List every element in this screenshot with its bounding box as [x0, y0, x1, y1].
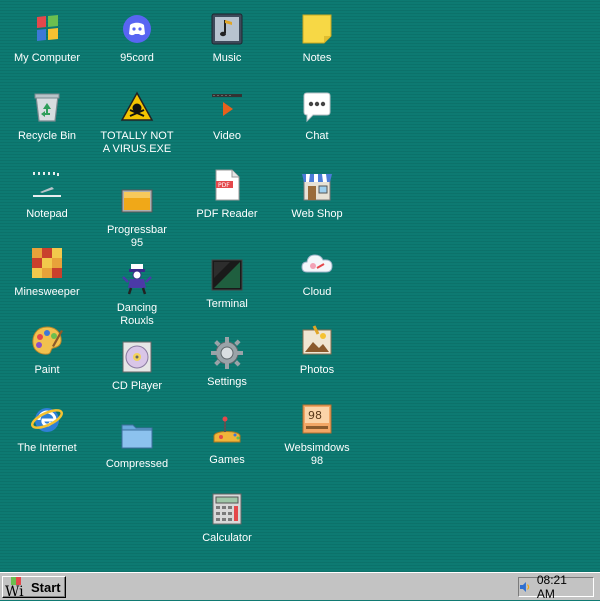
desktop-column-2: 95cord TOTALLY NOT A VIRUS.EXE Progressb… [92, 12, 182, 496]
minesweeper-icon [30, 246, 64, 280]
music-icon [210, 12, 244, 46]
taskbar: Wi Start 08:21 AM [0, 572, 600, 601]
desktop-icon-games[interactable]: Games [182, 414, 272, 492]
video-icon [210, 90, 244, 124]
cd-player-icon [120, 340, 154, 374]
icon-label: Progressbar 95 [107, 224, 167, 249]
desktop-icon-95cord[interactable]: 95cord [92, 12, 182, 90]
icon-label: Calculator [202, 532, 252, 544]
desktop-column-3: Music Video PDF PDF Reader Terminal Sett… [182, 12, 272, 570]
desktop-icon-notes[interactable]: Notes [272, 12, 362, 90]
icon-label: 95cord [120, 52, 154, 64]
desktop-column-4: Notes Chat Web Shop Cloud Photos 98 Webs… [272, 12, 362, 480]
desktop-icon-the-internet[interactable]: The Internet [2, 402, 92, 480]
svg-text:PDF: PDF [218, 182, 230, 189]
pdf-icon: PDF [210, 168, 244, 202]
desktop-icon-progressbar-95[interactable]: Progressbar 95 [92, 184, 182, 262]
desktop-icon-music[interactable]: Music [182, 12, 272, 90]
games-icon [210, 414, 244, 448]
desktop-icon-web-shop[interactable]: Web Shop [272, 168, 362, 246]
desktop-icon-calculator[interactable]: Calculator [182, 492, 272, 570]
desktop-icon-terminal[interactable]: Terminal [182, 258, 272, 336]
icon-label: Settings [207, 376, 247, 388]
icon-label: Notes [302, 52, 332, 64]
icon-label: My Computer [13, 52, 81, 64]
icon-label: Music [212, 52, 242, 64]
icon-label: PDF Reader [196, 208, 258, 220]
icon-label: Minesweeper [14, 286, 80, 298]
start-logo-text: Wi [5, 584, 24, 597]
icon-label: Websimdows 98 [284, 442, 350, 467]
icon-label: The Internet [17, 442, 77, 454]
icon-label: Notepad [26, 208, 68, 220]
gear-icon [210, 336, 244, 370]
desktop-icon-my-computer[interactable]: My Computer [2, 12, 92, 90]
desktop-icon-pdf-reader[interactable]: PDF PDF Reader [182, 168, 272, 258]
cloud-icon [300, 246, 334, 280]
start-button[interactable]: Wi Start [2, 576, 66, 598]
internet-icon [30, 402, 64, 436]
icon-label: Recycle Bin [17, 130, 77, 142]
icon-label: TOTALLY NOT A VIRUS.EXE [100, 130, 174, 155]
clock[interactable]: 08:21 AM [537, 573, 587, 601]
start-label: Start [31, 579, 61, 595]
shop-icon [300, 168, 334, 202]
sticky-note-icon [300, 12, 334, 46]
icon-label: Paint [34, 364, 60, 376]
icon-label: CD Player [111, 380, 163, 392]
photos-icon [300, 324, 334, 358]
desktop-icon-photos[interactable]: Photos [272, 324, 362, 402]
desktop-icon-notepad[interactable]: Notepad [2, 168, 92, 246]
paint-icon [30, 324, 64, 358]
desktop: My Computer Recycle Bin Notepad Mineswee… [0, 0, 600, 572]
icon-label: Video [213, 130, 241, 142]
desktop-icon-video[interactable]: Video [182, 90, 272, 168]
my-computer-icon [30, 12, 64, 46]
icon-label: Chat [305, 130, 329, 142]
desktop-icon-compressed[interactable]: Compressed [92, 418, 182, 496]
calculator-icon [210, 492, 244, 526]
icon-label: Photos [299, 364, 335, 376]
desktop-icon-totally-not-a-virus[interactable]: TOTALLY NOT A VIRUS.EXE [92, 90, 182, 184]
folder-icon [120, 418, 154, 452]
windows-logo-icon: Wi [5, 577, 27, 597]
warning-skull-icon [120, 90, 154, 124]
desktop-icon-websimdows-98[interactable]: 98 Websimdows 98 [272, 402, 362, 480]
system-tray: 08:21 AM [518, 573, 594, 601]
websimdows-icon: 98 [300, 402, 334, 436]
desktop-icon-cd-player[interactable]: CD Player [92, 340, 182, 418]
progressbar-icon [120, 184, 154, 218]
desktop-icon-chat[interactable]: Chat [272, 90, 362, 168]
svg-text:98: 98 [308, 409, 322, 422]
recycle-bin-icon [30, 90, 64, 124]
icon-label: Compressed [105, 458, 169, 470]
desktop-icon-paint[interactable]: Paint [2, 324, 92, 402]
discord-icon [120, 12, 154, 46]
icon-label: Terminal [206, 298, 248, 310]
desktop-icon-dancing-rouxls[interactable]: Dancing Rouxls [92, 262, 182, 340]
terminal-icon [210, 258, 244, 292]
dancing-character-icon [120, 262, 154, 296]
icon-label: Web Shop [291, 208, 343, 220]
desktop-icon-recycle-bin[interactable]: Recycle Bin [2, 90, 92, 168]
icon-label: Games [209, 454, 245, 466]
notepad-icon [30, 168, 64, 202]
desktop-icon-minesweeper[interactable]: Minesweeper [2, 246, 92, 324]
desktop-icon-settings[interactable]: Settings [182, 336, 272, 414]
icon-label: Cloud [302, 286, 332, 298]
volume-icon[interactable] [519, 581, 531, 593]
desktop-column-1: My Computer Recycle Bin Notepad Mineswee… [2, 12, 92, 480]
chat-bubble-icon [300, 90, 334, 124]
icon-label: Dancing Rouxls [116, 302, 158, 327]
desktop-icon-cloud[interactable]: Cloud [272, 246, 362, 324]
